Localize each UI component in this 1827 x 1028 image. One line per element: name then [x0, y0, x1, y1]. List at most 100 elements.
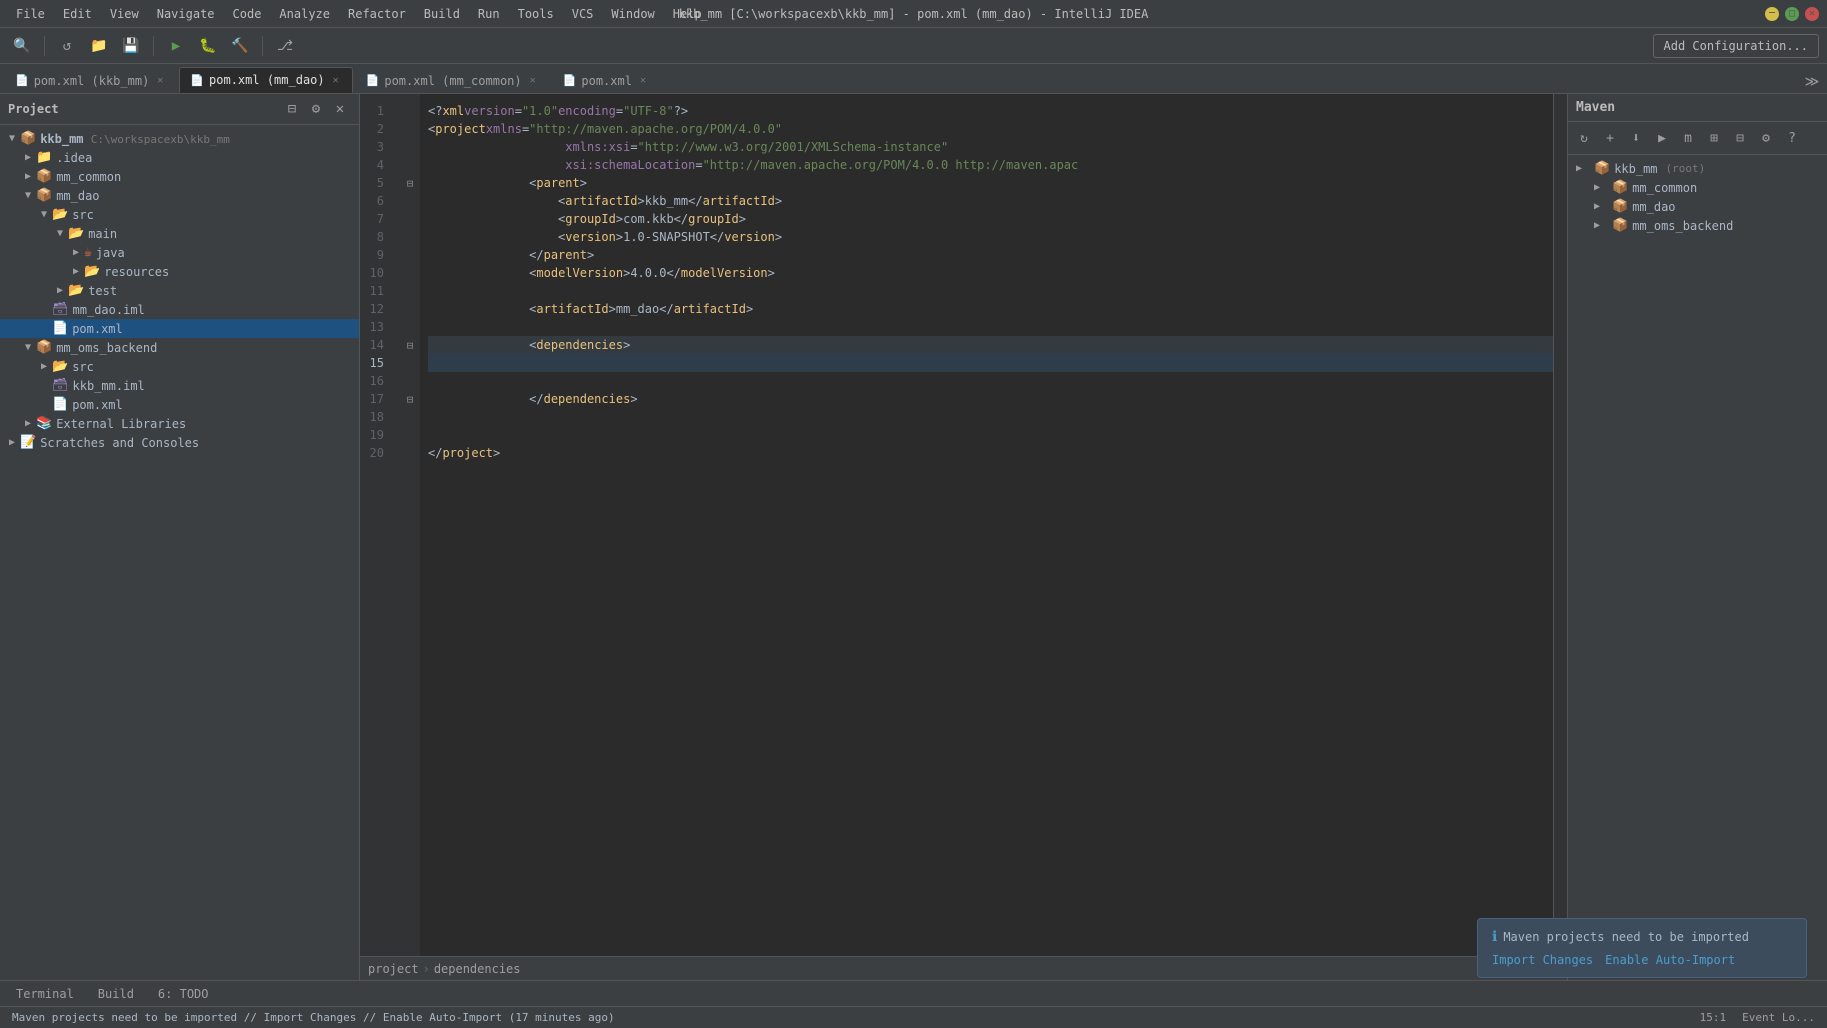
tree-arrow-oms-src: ▶: [36, 361, 52, 372]
maven-module-icon-kkb: 📦: [1594, 161, 1610, 176]
notification-auto-import-link[interactable]: Enable Auto-Import: [1605, 953, 1735, 967]
tree-item-scratches[interactable]: ▶ 📝 Scratches and Consoles: [0, 433, 359, 452]
tree-item-pom-xml-dao[interactable]: ▶ 📄 pom.xml: [0, 319, 359, 338]
maven-item-oms[interactable]: ▶ 📦 mm_oms_backend: [1568, 216, 1827, 235]
tree-item-mm-common[interactable]: ▶ 📦 mm_common: [0, 167, 359, 186]
search-everywhere-btn[interactable]: 🔍: [8, 32, 36, 60]
maven-panel-title: Maven: [1576, 100, 1615, 115]
gutter-13: [400, 318, 420, 336]
debug-btn[interactable]: 🐛: [194, 32, 222, 60]
add-configuration-button[interactable]: Add Configuration...: [1653, 34, 1820, 58]
maven-run-btn[interactable]: ▶: [1650, 126, 1674, 150]
minimize-button[interactable]: ─: [1765, 7, 1779, 21]
tree-item-mm-oms[interactable]: ▼ 📦 mm_oms_backend: [0, 338, 359, 357]
menu-vcs[interactable]: VCS: [564, 5, 602, 23]
sidebar-settings-btn[interactable]: ⚙: [305, 98, 327, 120]
tab-close-kkb[interactable]: ✕: [154, 74, 166, 87]
editor-scrollbar[interactable]: [1553, 94, 1567, 956]
git-btn[interactable]: ⎇: [271, 32, 299, 60]
save-btn[interactable]: 💾: [117, 32, 145, 60]
editor-content[interactable]: 1 2 3 4 5 6 7 8 9 10 11 12 13 14 15 16 1…: [360, 94, 1567, 956]
bottom-tab-terminal[interactable]: Terminal: [8, 985, 82, 1003]
xml-tab-icon-active: 📄: [190, 74, 204, 87]
bottom-tab-build[interactable]: Build: [90, 985, 142, 1003]
menu-view[interactable]: View: [102, 5, 147, 23]
tree-item-java[interactable]: ▶ ☕ java: [0, 243, 359, 262]
gutter-12: [400, 300, 420, 318]
sidebar-collapse-all-btn[interactable]: ⊟: [281, 98, 303, 120]
run-btn[interactable]: ▶: [162, 32, 190, 60]
tab-pom-common[interactable]: 📄 pom.xml (mm_common) ✕: [355, 67, 550, 93]
sidebar-close-btn[interactable]: ✕: [329, 98, 351, 120]
bottom-tab-todo[interactable]: 6: TODO: [150, 985, 217, 1003]
tree-item-idea[interactable]: ▶ 📁 .idea: [0, 148, 359, 167]
gutter-17: ⊟: [400, 390, 420, 408]
tree-item-pom-xml-root[interactable]: ▶ 📄 pom.xml: [0, 395, 359, 414]
breadcrumb-dependencies[interactable]: dependencies: [434, 962, 521, 976]
code-line-13: [428, 318, 1567, 336]
maven-item-common[interactable]: ▶ 📦 mm_common: [1568, 178, 1827, 197]
maven-settings-btn[interactable]: ⚙: [1754, 126, 1778, 150]
notification-import-link[interactable]: Import Changes: [1492, 953, 1593, 967]
maven-refresh-btn[interactable]: ↻: [1572, 126, 1596, 150]
maven-item-kkb[interactable]: ▶ 📦 kkb_mm (root): [1568, 159, 1827, 178]
maven-collapse-btn[interactable]: ⊟: [1728, 126, 1752, 150]
maven-toolbar: ↻ + ⬇ ▶ m ⊞ ⊟ ⚙ ?: [1568, 122, 1827, 155]
tree-item-resources[interactable]: ▶ 📂 resources: [0, 262, 359, 281]
status-event-log[interactable]: Event Lo...: [1738, 1010, 1819, 1025]
status-message[interactable]: Maven projects need to be imported // Im…: [8, 1010, 619, 1025]
tab-close-dao[interactable]: ✕: [330, 74, 342, 87]
code-line-5: <parent>: [428, 174, 1567, 192]
menu-refactor[interactable]: Refactor: [340, 5, 414, 23]
tree-item-kkb-iml[interactable]: ▶ 🗃 kkb_mm.iml: [0, 376, 359, 395]
maven-item-dao[interactable]: ▶ 📦 mm_dao: [1568, 197, 1827, 216]
status-position[interactable]: 15:1: [1696, 1010, 1731, 1025]
tab-overflow-btn[interactable]: ≫: [1801, 71, 1823, 93]
tree-item-external-libs[interactable]: ▶ 📚 External Libraries: [0, 414, 359, 433]
window-controls: ─ □ ✕: [1765, 7, 1819, 21]
tab-close-plain[interactable]: ✕: [637, 74, 649, 87]
code-line-10: <modelVersion>4.0.0</modelVersion>: [428, 264, 1567, 282]
tab-pom-kkb[interactable]: 📄 pom.xml (kkb_mm) ✕: [4, 67, 177, 93]
menu-window[interactable]: Window: [603, 5, 662, 23]
gutter-4: [400, 156, 420, 174]
tab-pom[interactable]: 📄 pom.xml ✕: [552, 67, 660, 93]
sync-btn[interactable]: ↺: [53, 32, 81, 60]
open-btn[interactable]: 📁: [85, 32, 113, 60]
module-icon-oms: 📦: [36, 340, 52, 355]
menu-build[interactable]: Build: [416, 5, 468, 23]
menu-edit[interactable]: Edit: [55, 5, 100, 23]
tree-item-mm-dao-iml[interactable]: ▶ 🗃 mm_dao.iml: [0, 300, 359, 319]
maven-download-btn[interactable]: ⬇: [1624, 126, 1648, 150]
menu-code[interactable]: Code: [225, 5, 270, 23]
tree-label-dao-iml: mm_dao.iml: [73, 303, 145, 317]
close-button[interactable]: ✕: [1805, 7, 1819, 21]
maven-profiles-btn[interactable]: ⊞: [1702, 126, 1726, 150]
tree-label-oms-src: src: [72, 360, 94, 374]
tab-pom-dao[interactable]: 📄 pom.xml (mm_dao) ✕: [179, 67, 352, 93]
tree-item-kkb-mm[interactable]: ▼ 📦 kkb_mm C:\workspacexb\kkb_mm: [0, 129, 359, 148]
menu-file[interactable]: File: [8, 5, 53, 23]
tab-label-plain: pom.xml: [581, 74, 632, 88]
menu-navigate[interactable]: Navigate: [149, 5, 223, 23]
tree-label-dao: mm_dao: [56, 189, 99, 203]
menu-analyze[interactable]: Analyze: [271, 5, 338, 23]
tree-item-mm-dao[interactable]: ▼ 📦 mm_dao: [0, 186, 359, 205]
tree-item-test[interactable]: ▶ 📂 test: [0, 281, 359, 300]
tree-item-oms-src[interactable]: ▶ 📂 src: [0, 357, 359, 376]
breadcrumb-project[interactable]: project: [368, 962, 419, 976]
tree-item-main[interactable]: ▼ 📂 main: [0, 224, 359, 243]
maven-notification: ℹ Maven projects need to be imported Imp…: [1477, 918, 1807, 978]
menu-run[interactable]: Run: [470, 5, 508, 23]
maven-toggle-btn[interactable]: m: [1676, 126, 1700, 150]
line-num-10: 10: [360, 264, 392, 282]
code-area[interactable]: <?xml version="1.0" encoding="UTF-8"?> <…: [420, 94, 1567, 956]
build-btn[interactable]: 🔨: [226, 32, 254, 60]
maven-add-btn[interactable]: +: [1598, 126, 1622, 150]
maven-help-btn[interactable]: ?: [1780, 126, 1804, 150]
menu-tools[interactable]: Tools: [510, 5, 562, 23]
tree-item-src[interactable]: ▼ 📂 src: [0, 205, 359, 224]
line-num-12: 12: [360, 300, 392, 318]
tab-close-common[interactable]: ✕: [527, 74, 539, 87]
maximize-button[interactable]: □: [1785, 7, 1799, 21]
